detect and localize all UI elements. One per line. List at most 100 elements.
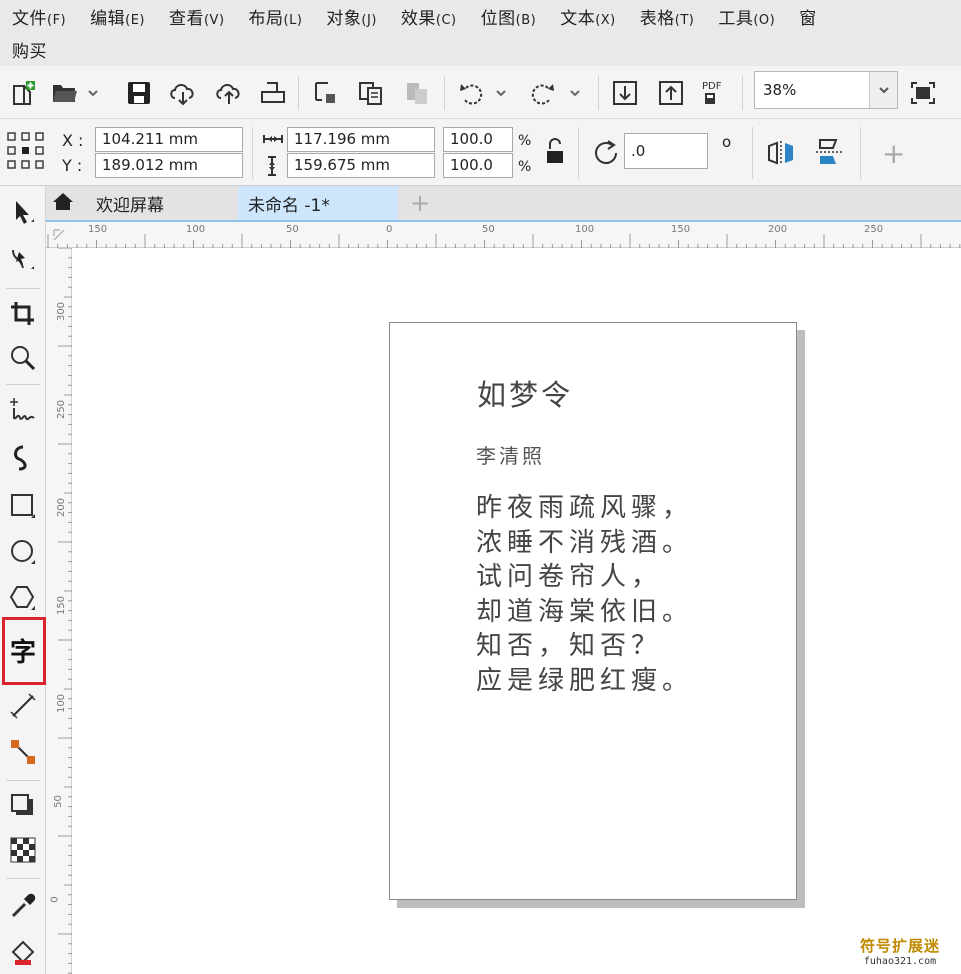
add-icon[interactable]: + — [882, 137, 905, 170]
menu-bar: 文件(F) 编辑(E) 查看(V) 布局(L) 对象(J) 效果(C) 位图(B… — [0, 0, 961, 66]
text-tool-highlight — [2, 617, 46, 685]
v-tick-label: 0 — [49, 896, 61, 903]
watermark-name: 符号扩展迷 — [860, 937, 941, 955]
import-arrow-icon[interactable] — [610, 78, 640, 108]
polygon-tool-icon[interactable] — [4, 578, 42, 618]
x-position-field[interactable]: 104.211 mm — [95, 127, 243, 152]
export-arrow-icon[interactable] — [656, 78, 686, 108]
height-field[interactable]: 159.675 mm — [287, 153, 435, 178]
connector-tool-icon[interactable] — [4, 732, 42, 772]
y-position-field[interactable]: 189.012 mm — [95, 153, 243, 178]
shape-tool-icon[interactable] — [4, 238, 42, 278]
v-tick-label: 300 — [56, 301, 68, 322]
v-tick-label: 100 — [56, 693, 68, 714]
tab-welcome-screen[interactable]: 欢迎屏幕 — [46, 186, 238, 220]
full-screen-icon[interactable] — [908, 78, 938, 108]
width-field[interactable]: 117.196 mm — [287, 127, 435, 152]
h-tick-label: 200 — [768, 224, 788, 235]
menu-row: 文件(F) 编辑(E) 查看(V) 布局(L) 对象(J) 效果(C) 位图(B… — [0, 0, 829, 33]
menu-view[interactable]: 查看(V) — [157, 4, 237, 29]
redo-icon[interactable] — [528, 78, 558, 108]
menu-edit[interactable]: 编辑(E) — [78, 4, 157, 29]
print-icon[interactable] — [258, 78, 288, 108]
poem-body[interactable]: 昨夜雨疏风骤， 浓睡不消残酒。 试问卷帘人， 却道海棠依旧。 知否，知否？ 应是… — [476, 491, 693, 698]
copy-icon[interactable] — [356, 78, 386, 108]
redo-dropdown-icon[interactable] — [566, 78, 584, 108]
document-tab-bar: 欢迎屏幕 未命名 -1* + — [46, 186, 961, 222]
chevron-down-icon[interactable] — [84, 78, 102, 108]
artistic-media-tool-icon[interactable] — [4, 438, 42, 478]
menu-table[interactable]: 表格(T) — [628, 4, 707, 29]
drop-shadow-tool-icon[interactable] — [4, 786, 42, 826]
h-tick-label: 0 — [386, 224, 393, 235]
cloud-upload-icon[interactable] — [214, 78, 244, 108]
freehand-tool-icon[interactable] — [4, 390, 42, 430]
eyedropper-tool-icon[interactable] — [4, 886, 42, 926]
crop-tool-icon[interactable] — [4, 294, 42, 334]
mirror-horizontal-icon[interactable] — [766, 139, 796, 171]
new-document-icon[interactable] — [8, 78, 38, 108]
poem-line: 试问卷帘人， — [476, 562, 663, 592]
mirror-vertical-icon[interactable] — [814, 137, 844, 171]
pdf-export-icon[interactable]: PDF — [700, 78, 730, 108]
import-icon[interactable] — [310, 78, 340, 108]
pick-tool-icon[interactable] — [4, 192, 42, 232]
transparency-tool-icon[interactable] — [4, 830, 42, 870]
menu-object[interactable]: 对象(J) — [314, 4, 388, 29]
poem-author[interactable]: 李清照 — [476, 440, 545, 469]
zoom-tool-icon[interactable] — [4, 338, 42, 378]
object-origin-icon[interactable] — [6, 131, 46, 175]
tab-welcome-label: 欢迎屏幕 — [96, 195, 164, 216]
open-folder-icon[interactable] — [50, 78, 80, 108]
paste-icon[interactable] — [402, 78, 432, 108]
scale-height-field[interactable]: 100.0 — [443, 153, 513, 178]
poem-line: 浓睡不消残酒。 — [476, 527, 694, 558]
property-bar: X : Y : 104.211 mm 189.012 mm 117.196 mm… — [0, 119, 961, 186]
vertical-ruler[interactable]: 300 250 200 150 100 50 0 — [46, 248, 72, 974]
cloud-download-icon[interactable] — [168, 78, 198, 108]
save-icon[interactable] — [124, 78, 154, 108]
zoom-level-select[interactable]: 38% — [754, 71, 898, 109]
rotation-angle-field[interactable]: .0 — [624, 133, 708, 169]
parallel-dimension-tool-icon[interactable] — [4, 686, 42, 726]
h-tick-label: 150 — [88, 224, 108, 235]
v-tick-label: 50 — [52, 795, 64, 808]
horizontal-ruler-ticks — [47, 234, 961, 248]
menu-row-2: 购买 — [0, 33, 59, 66]
percent-label-w: % — [518, 133, 532, 149]
tab-untitled-document[interactable]: 未命名 -1* — [238, 186, 398, 220]
h-tick-label: 150 — [671, 224, 691, 235]
svg-text:PDF: PDF — [702, 81, 722, 92]
y-label: Y : — [62, 156, 83, 175]
h-tick-label: 250 — [864, 224, 884, 235]
h-tick-label: 100 — [575, 224, 595, 235]
rotate-icon — [592, 139, 620, 171]
height-icon — [266, 155, 278, 181]
menu-bitmap[interactable]: 位图(B) — [469, 4, 549, 29]
ellipse-tool-icon[interactable] — [4, 532, 42, 572]
tab-document-label: 未命名 -1* — [248, 195, 330, 216]
menu-text[interactable]: 文本(X) — [548, 4, 628, 29]
poem-title[interactable]: 如梦令 — [477, 372, 573, 414]
width-icon — [262, 133, 284, 149]
scale-width-field[interactable]: 100.0 — [443, 127, 513, 152]
fill-tool-icon[interactable] — [4, 932, 42, 972]
v-tick-label: 200 — [56, 497, 68, 518]
watermark-url: fuhao321.com — [863, 956, 937, 967]
menu-effects[interactable]: 效果(C) — [389, 4, 469, 29]
horizontal-ruler[interactable]: 150 100 50 0 50 100 150 200 250 — [46, 222, 961, 248]
menu-tools[interactable]: 工具(O) — [706, 4, 787, 29]
new-tab-icon[interactable]: + — [402, 186, 438, 220]
v-tick-label: 150 — [56, 595, 68, 616]
h-tick-label: 100 — [186, 224, 206, 235]
h-tick-label: 50 — [286, 224, 299, 235]
menu-layout[interactable]: 布局(L) — [237, 4, 315, 29]
rectangle-tool-icon[interactable] — [4, 486, 42, 526]
menu-window[interactable]: 窗 — [787, 4, 829, 29]
lock-ratio-icon[interactable] — [545, 137, 565, 169]
undo-dropdown-icon[interactable] — [492, 78, 510, 108]
zoom-dropdown-icon[interactable] — [869, 72, 897, 108]
undo-icon[interactable] — [456, 78, 486, 108]
menu-file[interactable]: 文件(F) — [0, 4, 78, 29]
menu-buy[interactable]: 购买 — [0, 37, 59, 62]
